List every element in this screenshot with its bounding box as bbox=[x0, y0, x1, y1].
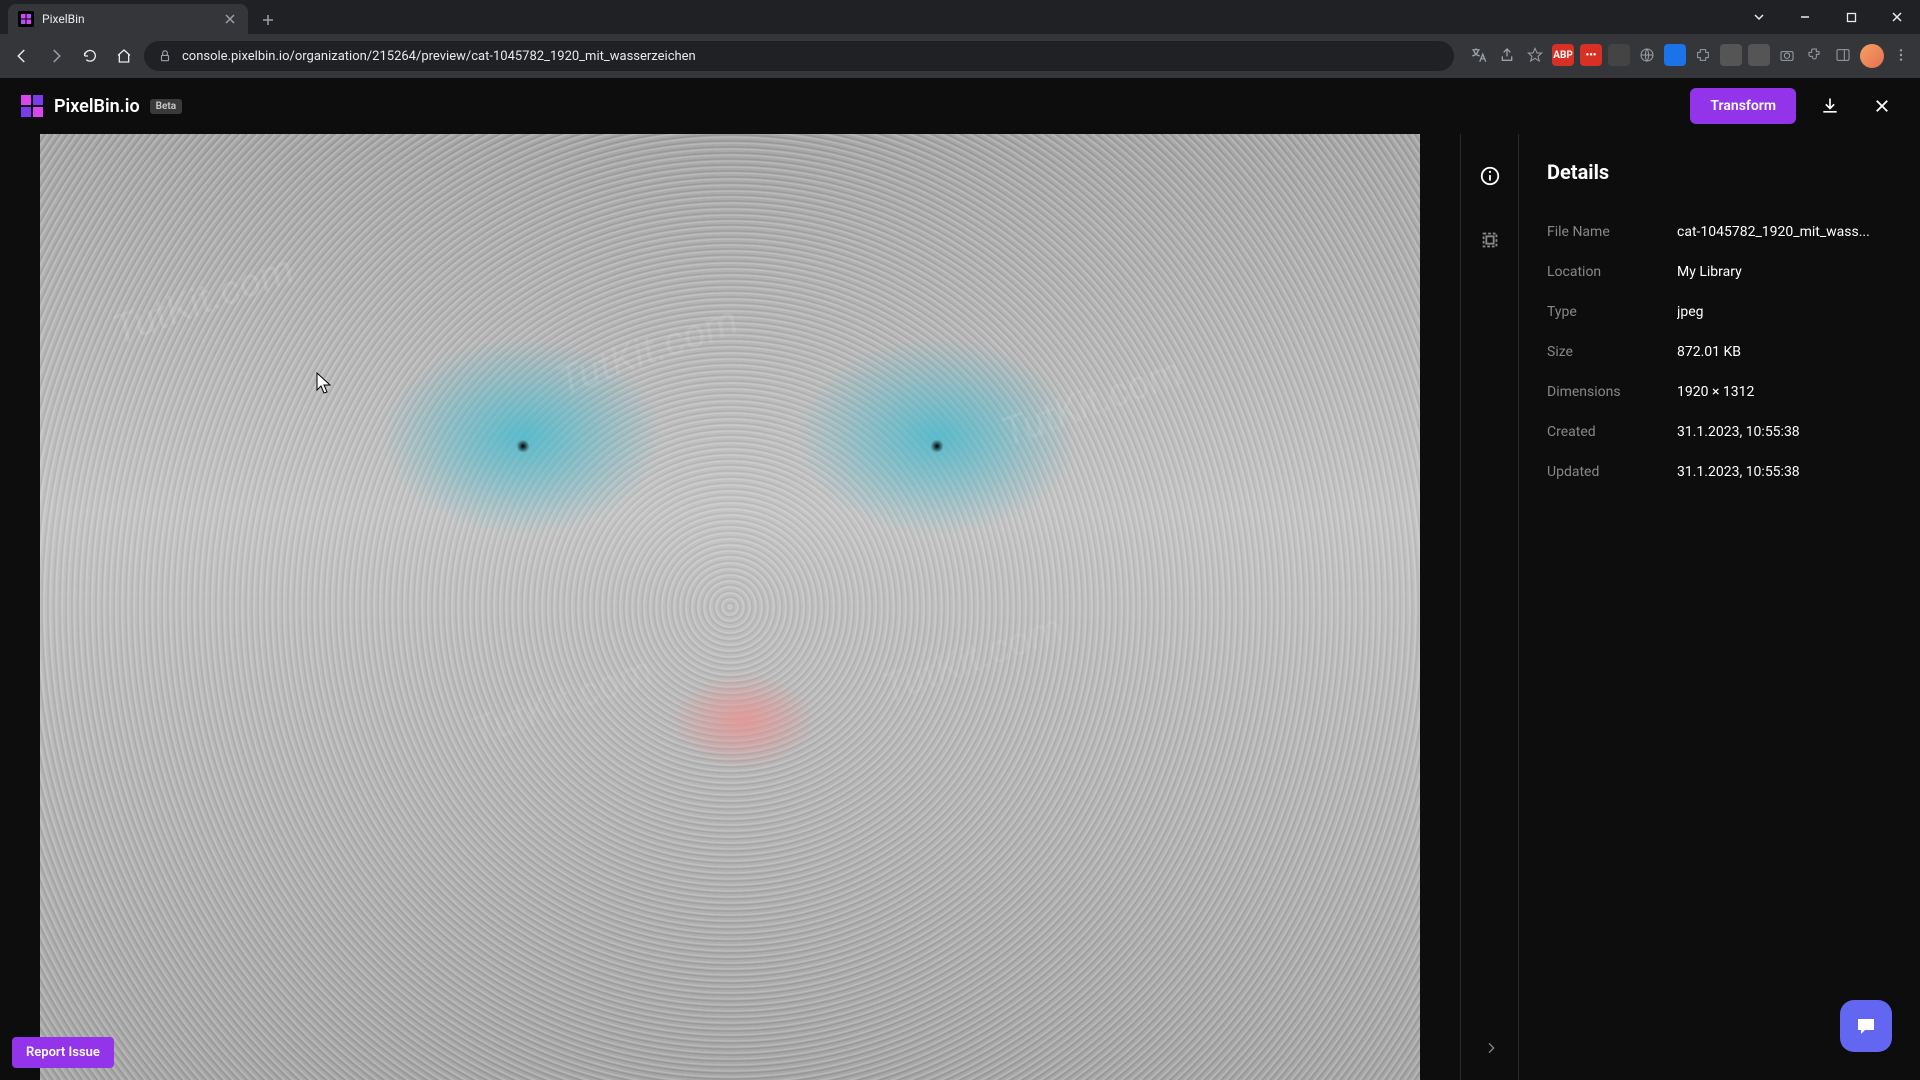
star-icon[interactable] bbox=[1524, 44, 1546, 66]
window-controls bbox=[1736, 0, 1920, 34]
detail-label: Created bbox=[1547, 424, 1677, 440]
detail-label: Type bbox=[1547, 304, 1677, 320]
panel-body: Details File Name cat-1045782_1920_mit_w… bbox=[1519, 134, 1920, 1080]
detail-label: Location bbox=[1547, 264, 1677, 280]
details-panel: Details File Name cat-1045782_1920_mit_w… bbox=[1460, 134, 1920, 1080]
url-field[interactable]: console.pixelbin.io/organization/215264/… bbox=[144, 41, 1454, 71]
detail-row-location: Location My Library bbox=[1547, 252, 1892, 292]
browser-chrome: PixelBin console.pixelbin.io/organizatio… bbox=[0, 0, 1920, 78]
detail-row-filename: File Name cat-1045782_1920_mit_wass... bbox=[1547, 212, 1892, 252]
address-bar: console.pixelbin.io/organization/215264/… bbox=[0, 34, 1920, 78]
detail-value: 31.1.2023, 10:55:38 bbox=[1677, 464, 1892, 480]
detail-row-created: Created 31.1.2023, 10:55:38 bbox=[1547, 412, 1892, 452]
minimize-button[interactable] bbox=[1782, 0, 1828, 34]
detail-row-updated: Updated 31.1.2023, 10:55:38 bbox=[1547, 452, 1892, 492]
profile-avatar[interactable] bbox=[1860, 44, 1884, 68]
extension-generic-3[interactable] bbox=[1748, 44, 1770, 66]
sidepanel-icon[interactable] bbox=[1832, 44, 1854, 66]
extension-icons: ABP ••• bbox=[1460, 44, 1912, 68]
chat-fab[interactable] bbox=[1840, 1000, 1892, 1052]
app-header: PixelBin.io Beta Transform bbox=[0, 78, 1920, 134]
preview-image[interactable] bbox=[40, 134, 1420, 1080]
logo-icon bbox=[20, 94, 44, 118]
extension-generic-1[interactable] bbox=[1608, 44, 1630, 66]
detail-value: 1920 × 1312 bbox=[1677, 384, 1892, 400]
new-tab-button[interactable] bbox=[254, 6, 282, 34]
beta-badge: Beta bbox=[150, 99, 182, 114]
back-button[interactable] bbox=[8, 42, 36, 70]
close-button[interactable] bbox=[1864, 88, 1900, 124]
forward-button[interactable] bbox=[42, 42, 70, 70]
detail-value: 872.01 KB bbox=[1677, 344, 1892, 360]
browser-tab[interactable]: PixelBin bbox=[8, 4, 248, 34]
detail-label: Updated bbox=[1547, 464, 1677, 480]
panel-tabs bbox=[1461, 134, 1519, 1080]
detail-label: Dimensions bbox=[1547, 384, 1677, 400]
chevron-down-icon[interactable] bbox=[1736, 0, 1782, 34]
content: Details File Name cat-1045782_1920_mit_w… bbox=[0, 134, 1920, 1080]
share-icon[interactable] bbox=[1496, 44, 1518, 66]
detail-label: Size bbox=[1547, 344, 1677, 360]
chevron-right-icon[interactable] bbox=[1483, 1040, 1499, 1060]
home-button[interactable] bbox=[110, 42, 138, 70]
close-window-button[interactable] bbox=[1874, 0, 1920, 34]
extension-camera[interactable] bbox=[1776, 44, 1798, 66]
maximize-button[interactable] bbox=[1828, 0, 1874, 34]
download-button[interactable] bbox=[1812, 88, 1848, 124]
translate-icon[interactable] bbox=[1468, 44, 1490, 66]
detail-value: cat-1045782_1920_mit_wass... bbox=[1677, 224, 1892, 240]
kebab-menu-icon[interactable] bbox=[1890, 44, 1912, 66]
details-title: Details bbox=[1547, 160, 1892, 184]
detail-value: jpeg bbox=[1677, 304, 1892, 320]
transform-button[interactable]: Transform bbox=[1690, 88, 1796, 124]
extension-lastpass[interactable]: ••• bbox=[1580, 44, 1602, 66]
extension-blue[interactable] bbox=[1664, 44, 1686, 66]
report-issue-button[interactable]: Report Issue bbox=[12, 1037, 114, 1068]
reload-button[interactable] bbox=[76, 42, 104, 70]
extension-abp[interactable]: ABP bbox=[1552, 44, 1574, 66]
extension-generic-2[interactable] bbox=[1720, 44, 1742, 66]
preview-area bbox=[0, 134, 1460, 1080]
extensions-menu-icon[interactable] bbox=[1804, 44, 1826, 66]
extension-puzzle[interactable] bbox=[1692, 44, 1714, 66]
extension-globe[interactable] bbox=[1636, 44, 1658, 66]
detail-row-size: Size 872.01 KB bbox=[1547, 332, 1892, 372]
tab-favicon bbox=[18, 11, 34, 27]
url-text: console.pixelbin.io/organization/215264/… bbox=[182, 49, 696, 64]
brand-name: PixelBin.io bbox=[54, 96, 140, 117]
tab-title: PixelBin bbox=[42, 12, 214, 26]
detail-row-dimensions: Dimensions 1920 × 1312 bbox=[1547, 372, 1892, 412]
logo-area[interactable]: PixelBin.io Beta bbox=[20, 94, 182, 118]
detail-value: 31.1.2023, 10:55:38 bbox=[1677, 424, 1892, 440]
crop-tab[interactable] bbox=[1472, 222, 1508, 258]
lock-icon bbox=[158, 49, 172, 63]
header-actions: Transform bbox=[1690, 88, 1900, 124]
detail-row-type: Type jpeg bbox=[1547, 292, 1892, 332]
close-icon[interactable] bbox=[222, 11, 238, 27]
detail-label: File Name bbox=[1547, 224, 1677, 240]
info-tab[interactable] bbox=[1472, 158, 1508, 194]
tab-bar: PixelBin bbox=[0, 0, 1920, 34]
detail-value: My Library bbox=[1677, 264, 1892, 280]
